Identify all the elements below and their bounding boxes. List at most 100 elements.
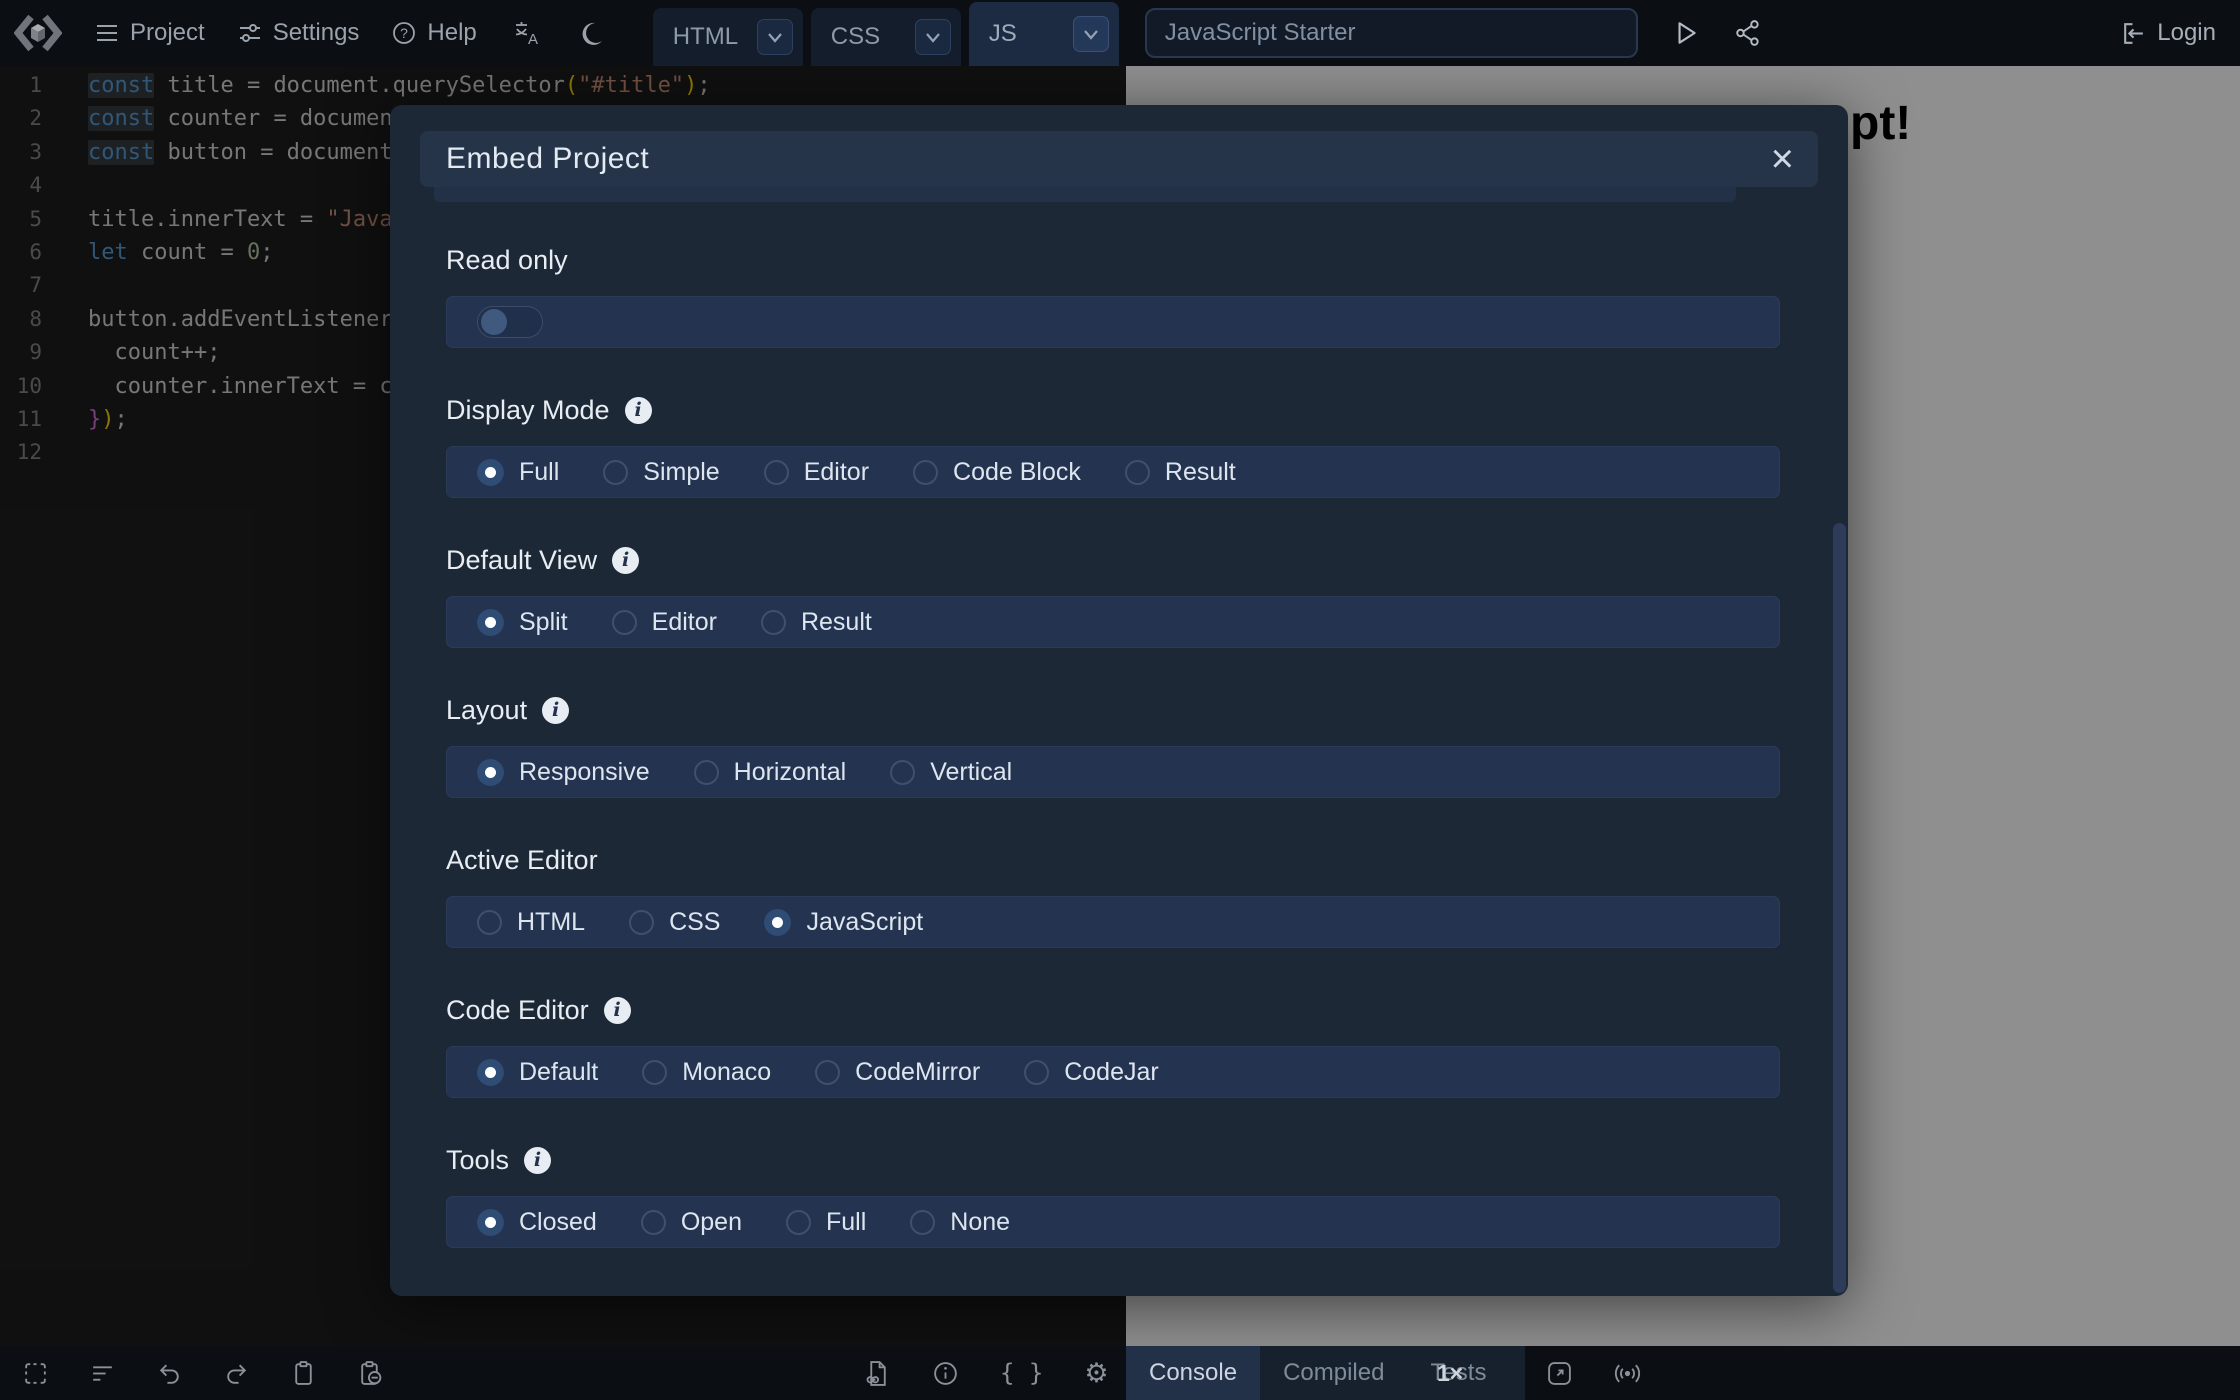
project-info-icon[interactable] xyxy=(932,1360,959,1387)
radio-option-responsive[interactable]: Responsive xyxy=(477,758,650,787)
tab-console[interactable]: Console xyxy=(1126,1346,1260,1400)
chevron-down-icon[interactable] xyxy=(1073,16,1109,52)
menu-project-label: Project xyxy=(130,19,205,47)
radio-option-css[interactable]: CSS xyxy=(629,908,720,937)
dark-mode-moon-icon[interactable] xyxy=(577,19,605,47)
paste-icon[interactable] xyxy=(357,1360,384,1387)
broadcast-icon[interactable] xyxy=(1614,1360,1641,1387)
radio-label: Result xyxy=(1165,458,1236,487)
radio-option-vertical[interactable]: Vertical xyxy=(890,758,1012,787)
login-button[interactable]: Login xyxy=(2120,19,2216,47)
radio-option-code-block[interactable]: Code Block xyxy=(913,458,1081,487)
editor-tabs: HTML CSSJS xyxy=(653,0,1119,66)
hamburger-icon xyxy=(94,20,120,46)
svg-text:?: ? xyxy=(401,25,409,41)
info-icon[interactable]: i xyxy=(612,547,639,574)
radio-icon xyxy=(910,1210,935,1235)
section-label: Active Editor xyxy=(446,845,598,876)
radio-option-none[interactable]: None xyxy=(910,1208,1010,1237)
editor-tab-css[interactable]: CSS xyxy=(811,8,961,66)
menu-help[interactable]: ? Help xyxy=(391,19,476,47)
settings-gear-icon[interactable]: ⚙ xyxy=(1084,1360,1108,1387)
modal-scrollbar-thumb[interactable] xyxy=(1833,523,1846,1293)
radio-option-horizontal[interactable]: Horizontal xyxy=(694,758,847,787)
radio-icon xyxy=(477,910,502,935)
section-label-row: Code Editori xyxy=(446,996,1780,1024)
radio-option-javascript[interactable]: JavaScript xyxy=(764,908,923,937)
undo-icon[interactable] xyxy=(156,1360,183,1387)
info-icon[interactable]: i xyxy=(524,1147,551,1174)
radio-icon xyxy=(477,459,504,486)
radio-label: Full xyxy=(519,458,559,487)
format-code-icon[interactable] xyxy=(89,1360,116,1387)
radio-option-simple[interactable]: Simple xyxy=(603,458,719,487)
read-only-toggle[interactable] xyxy=(477,306,543,338)
chevron-down-icon[interactable] xyxy=(915,19,951,55)
radio-option-full[interactable]: Full xyxy=(786,1208,866,1237)
section-controls: Split Editor Result xyxy=(446,596,1780,648)
login-label: Login xyxy=(2157,19,2216,47)
radio-option-default[interactable]: Default xyxy=(477,1058,598,1087)
radio-option-editor[interactable]: Editor xyxy=(764,458,869,487)
section-label-row: Active Editor xyxy=(446,846,1780,874)
editor-tab-label: HTML xyxy=(673,23,738,51)
radio-option-full[interactable]: Full xyxy=(477,458,559,487)
toggle-knob xyxy=(481,309,507,335)
radio-option-result[interactable]: Result xyxy=(1125,458,1236,487)
section-controls: Default Monaco CodeMirror CodeJar xyxy=(446,1046,1780,1098)
chevron-down-icon[interactable] xyxy=(757,19,793,55)
radio-option-editor[interactable]: Editor xyxy=(612,608,717,637)
copy-icon[interactable] xyxy=(290,1360,317,1387)
tab-compiled[interactable]: Compiled xyxy=(1260,1346,1407,1400)
radio-option-closed[interactable]: Closed xyxy=(477,1208,597,1237)
editor-tab-js[interactable]: JS xyxy=(969,2,1119,66)
redo-icon[interactable] xyxy=(223,1360,250,1387)
radio-label: Horizontal xyxy=(734,758,847,787)
radio-icon xyxy=(477,1059,504,1086)
modal-section-layout: LayoutiResponsiveHorizontalVertical xyxy=(446,696,1780,798)
radio-icon xyxy=(642,1060,667,1085)
radio-icon xyxy=(764,460,789,485)
custom-settings-braces-icon[interactable]: { } xyxy=(1000,1359,1043,1387)
radio-label: Editor xyxy=(652,608,717,637)
radio-option-split[interactable]: Split xyxy=(477,608,568,637)
modal-section-code-editor: Code Editori Default Monaco CodeMirror CodeJ… xyxy=(446,996,1780,1098)
project-title-input[interactable] xyxy=(1145,8,1638,58)
section-controls: Closed Open Full None xyxy=(446,1196,1780,1248)
radio-icon xyxy=(913,460,938,485)
zoom-level-button[interactable]: 1× xyxy=(1437,1346,1463,1400)
radio-option-codemirror[interactable]: CodeMirror xyxy=(815,1058,980,1087)
radio-option-open[interactable]: Open xyxy=(641,1208,742,1237)
app-logo-icon[interactable] xyxy=(14,12,62,54)
app-root: Project Settings ? Help xyxy=(0,0,2240,1400)
radio-label: Code Block xyxy=(953,458,1081,487)
run-button[interactable] xyxy=(1672,19,1700,47)
section-label-row: Toolsi xyxy=(446,1146,1780,1174)
share-icon[interactable] xyxy=(1734,19,1762,47)
radio-icon xyxy=(786,1210,811,1235)
radio-option-codejar[interactable]: CodeJar xyxy=(1024,1058,1159,1087)
radio-icon xyxy=(1024,1060,1049,1085)
top-toolbar: Project Settings ? Help xyxy=(0,0,2240,66)
modal-section-active-editor: Active Editor HTML CSS JavaScript xyxy=(446,846,1780,948)
radio-icon xyxy=(477,609,504,636)
radio-label: None xyxy=(950,1208,1010,1237)
radio-option-monaco[interactable]: Monaco xyxy=(642,1058,771,1087)
translate-icon[interactable]: A xyxy=(513,19,541,47)
status-bar-center-icons: { } ⚙ xyxy=(864,1346,1109,1400)
close-icon[interactable]: × xyxy=(1771,143,1794,175)
radio-icon xyxy=(764,909,791,936)
radio-label: Responsive xyxy=(519,758,650,787)
info-icon[interactable]: i xyxy=(604,997,631,1024)
radio-option-result[interactable]: Result xyxy=(761,608,872,637)
open-result-window-icon[interactable] xyxy=(1546,1360,1573,1387)
select-all-icon[interactable] xyxy=(22,1360,49,1387)
section-controls: Responsive Horizontal Vertical xyxy=(446,746,1780,798)
radio-option-html[interactable]: HTML xyxy=(477,908,585,937)
info-icon[interactable]: i xyxy=(625,397,652,424)
info-icon[interactable]: i xyxy=(542,697,569,724)
editor-tab-html[interactable]: HTML xyxy=(653,8,803,66)
external-resources-icon[interactable] xyxy=(864,1360,891,1387)
menu-settings[interactable]: Settings xyxy=(237,19,360,47)
menu-project[interactable]: Project xyxy=(94,19,205,47)
